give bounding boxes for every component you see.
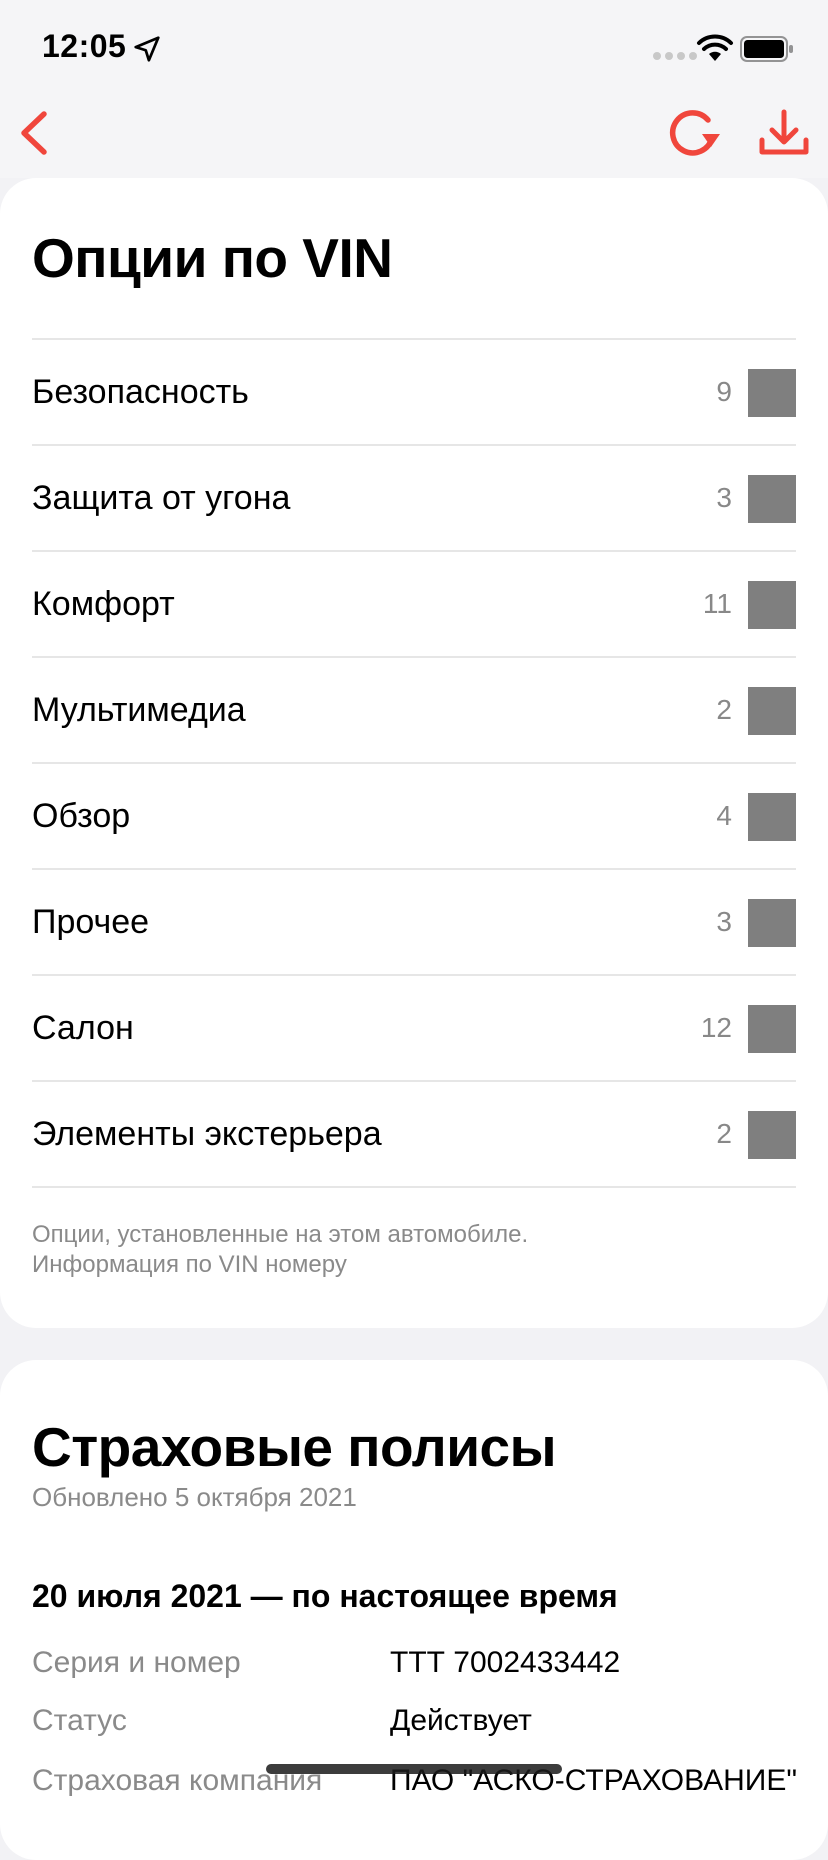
option-label: Мультимедиа: [32, 691, 246, 729]
option-row-comfort[interactable]: Комфорт 11: [32, 552, 796, 658]
option-row-exterior[interactable]: Элементы экстерьера 2: [32, 1082, 796, 1188]
option-thumbnail: [748, 475, 796, 523]
wifi-icon: [697, 34, 733, 61]
option-thumbnail: [748, 687, 796, 735]
refresh-icon[interactable]: [662, 104, 726, 164]
insurance-policies-card: Страховые полисы Обновлено 5 октября 202…: [0, 1360, 828, 1860]
policy-number-label: Серия и номер: [32, 1646, 241, 1679]
option-count: 3: [716, 906, 732, 937]
policy-period: 20 июля 2021 — по настоящее время: [32, 1578, 618, 1614]
option-count: 3: [716, 482, 732, 513]
option-count: 9: [716, 376, 732, 407]
option-thumbnail: [748, 1111, 796, 1159]
policies-title: Страховые полисы: [32, 1416, 557, 1478]
cellular-signal-icon: [653, 52, 697, 60]
status-time: 12:05: [42, 28, 127, 64]
home-indicator[interactable]: [266, 1764, 562, 1774]
nav-bar: [0, 90, 828, 178]
policy-status-value: Действует: [390, 1704, 532, 1737]
option-row-multimedia[interactable]: Мультимедиа 2: [32, 658, 796, 764]
option-row-anti-theft[interactable]: Защита от угона 3: [32, 446, 796, 552]
option-label: Защита от угона: [32, 479, 291, 517]
option-count: 12: [700, 1012, 732, 1043]
option-label: Безопасность: [32, 373, 249, 411]
option-label: Комфорт: [32, 585, 175, 623]
option-thumbnail: [748, 581, 796, 629]
option-label: Элементы экстерьера: [32, 1115, 382, 1153]
vin-options-list: Безопасность 9 Защита от угона 3 Комфорт…: [32, 338, 796, 1188]
option-thumbnail: [748, 899, 796, 947]
option-row-safety[interactable]: Безопасность 9: [32, 340, 796, 446]
back-chevron-icon[interactable]: [14, 108, 54, 158]
option-label: Обзор: [32, 797, 131, 835]
option-count: 4: [716, 800, 732, 831]
footnote-line: Информация по VIN номеру: [32, 1251, 347, 1278]
option-count: 2: [716, 694, 732, 725]
option-row-other[interactable]: Прочее 3: [32, 870, 796, 976]
option-thumbnail: [748, 1005, 796, 1053]
option-label: Прочее: [32, 903, 150, 941]
options-footnote: Опции, установленные на этом автомобиле.…: [32, 1220, 772, 1280]
policy-number-value: ТТТ 7002433442: [390, 1646, 621, 1679]
option-label: Салон: [32, 1009, 134, 1047]
vin-options-card: Опции по VIN Безопасность 9 Защита от уг…: [0, 178, 828, 1328]
option-thumbnail: [748, 369, 796, 417]
battery-icon: [740, 36, 793, 62]
option-count: 2: [716, 1118, 732, 1149]
vin-options-title: Опции по VIN: [32, 227, 393, 289]
policies-updated-date: Обновлено 5 октября 2021: [32, 1482, 357, 1512]
option-row-visibility[interactable]: Обзор 4: [32, 764, 796, 870]
status-bar: 12:05: [0, 0, 828, 90]
footnote-line: Опции, установленные на этом автомобиле.: [32, 1221, 529, 1248]
option-thumbnail: [748, 793, 796, 841]
option-row-interior[interactable]: Салон 12: [32, 976, 796, 1082]
download-icon[interactable]: [756, 106, 812, 162]
policy-status-label: Статус: [32, 1704, 127, 1737]
option-count: 11: [702, 588, 732, 619]
location-arrow-icon: [134, 36, 160, 62]
